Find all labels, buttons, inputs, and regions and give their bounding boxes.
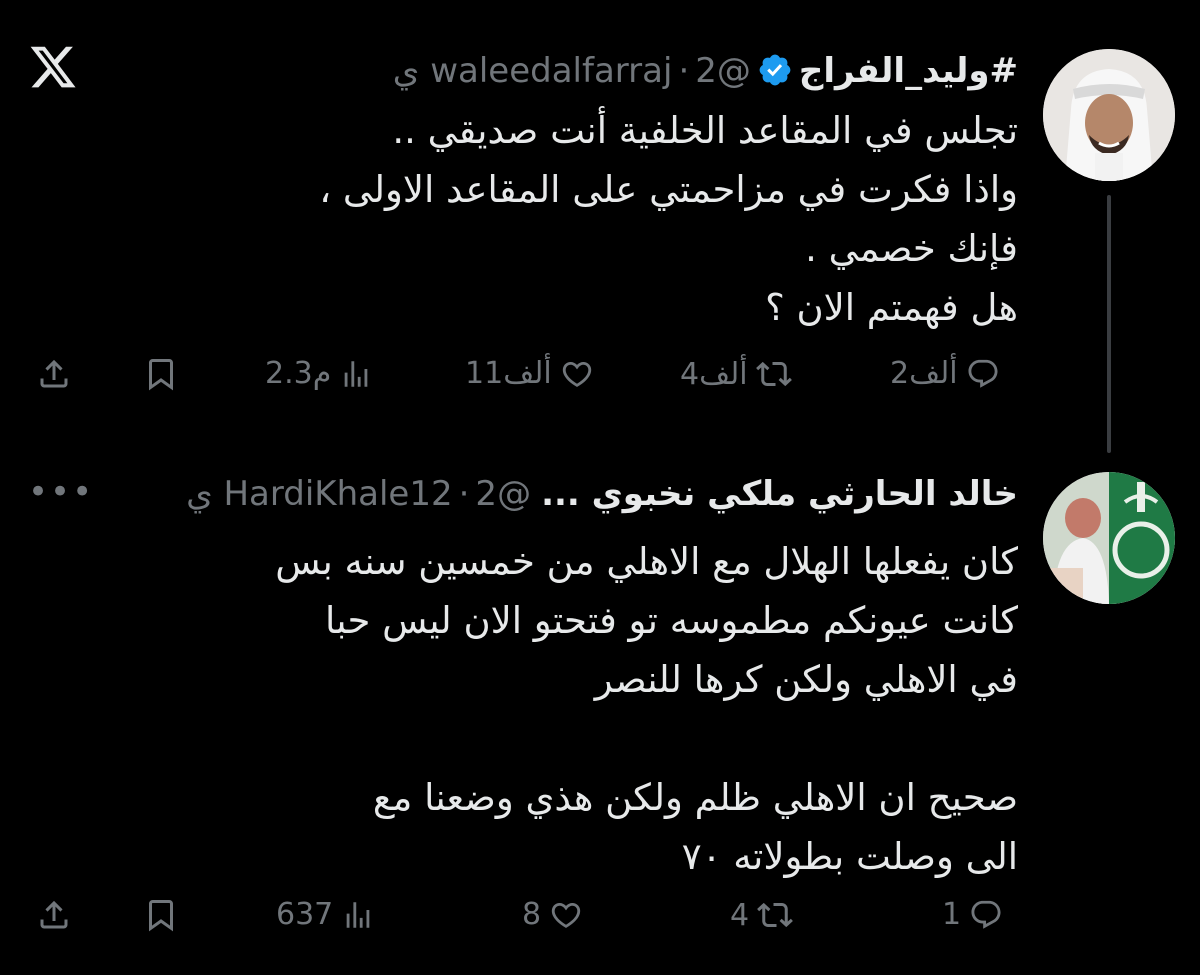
tweet-text: تجلس في المقاعد الخلفية أنت صديقي .. واذ…: [319, 109, 1018, 329]
bookmark-button[interactable]: [143, 356, 179, 392]
separator: ·: [458, 474, 470, 514]
like-icon: [551, 902, 581, 928]
retweet-icon: [757, 902, 793, 928]
views-icon: [346, 901, 370, 928]
retweet-button[interactable]: 4ألف: [680, 356, 792, 392]
separator: ·: [678, 51, 690, 91]
share-button[interactable]: [36, 897, 72, 933]
share-icon: [40, 900, 68, 929]
author-name[interactable]: #وليد_الفراج: [799, 51, 1018, 91]
retweet-count: 4ألف: [680, 356, 748, 392]
like-button[interactable]: 8: [522, 897, 583, 932]
avatar[interactable]: [1043, 49, 1175, 181]
views-icon: [344, 360, 368, 387]
like-icon: [562, 361, 591, 387]
share-button[interactable]: [36, 356, 72, 392]
like-count: 8: [522, 897, 542, 932]
retweet-icon: [755, 361, 792, 387]
retweet-count: 4: [730, 897, 750, 933]
reply-count: 2ألف: [890, 356, 958, 391]
reply-icon: [968, 359, 998, 388]
author-name[interactable]: خالد الحارثي ملكي نخبوي ...: [541, 474, 1018, 514]
bookmark-icon: [149, 359, 173, 391]
share-icon: [40, 359, 68, 388]
thread-line: [1107, 195, 1111, 453]
views-count: 2.3م: [265, 356, 332, 391]
views-count: 637: [276, 897, 334, 932]
views-button[interactable]: 2.3م: [265, 356, 373, 391]
tweet-actions: 1 4 8 637: [0, 893, 1200, 943]
x-logo-icon[interactable]: [28, 42, 78, 92]
tweet-actions: 2ألف 4ألف 11ألف 2.3م: [0, 352, 1200, 402]
retweet-button[interactable]: 4: [730, 897, 793, 933]
avatar[interactable]: [1043, 472, 1175, 604]
tweet-text: كان يفعلها الهلال مع الاهلي من خمسين سنه…: [275, 540, 1018, 878]
views-button[interactable]: 637: [276, 897, 375, 932]
like-count: 11ألف: [465, 356, 552, 391]
verified-badge-icon: [757, 52, 793, 88]
tweet-header: خالد الحارثي ملكي نخبوي ...@HardiKhale12…: [186, 472, 1018, 516]
like-button[interactable]: 11ألف: [465, 356, 594, 391]
bookmark-button[interactable]: [143, 897, 179, 933]
tweet-header: #وليد_الفراج@waleedalfarraj·2 ي: [393, 49, 1018, 93]
reply-count: 1: [942, 897, 962, 932]
bookmark-icon: [149, 900, 173, 932]
reply-icon: [971, 900, 1001, 929]
reply-button[interactable]: 2ألف: [890, 356, 1000, 391]
reply-button[interactable]: 1: [942, 897, 1003, 932]
more-options-button[interactable]: •••: [28, 472, 94, 512]
